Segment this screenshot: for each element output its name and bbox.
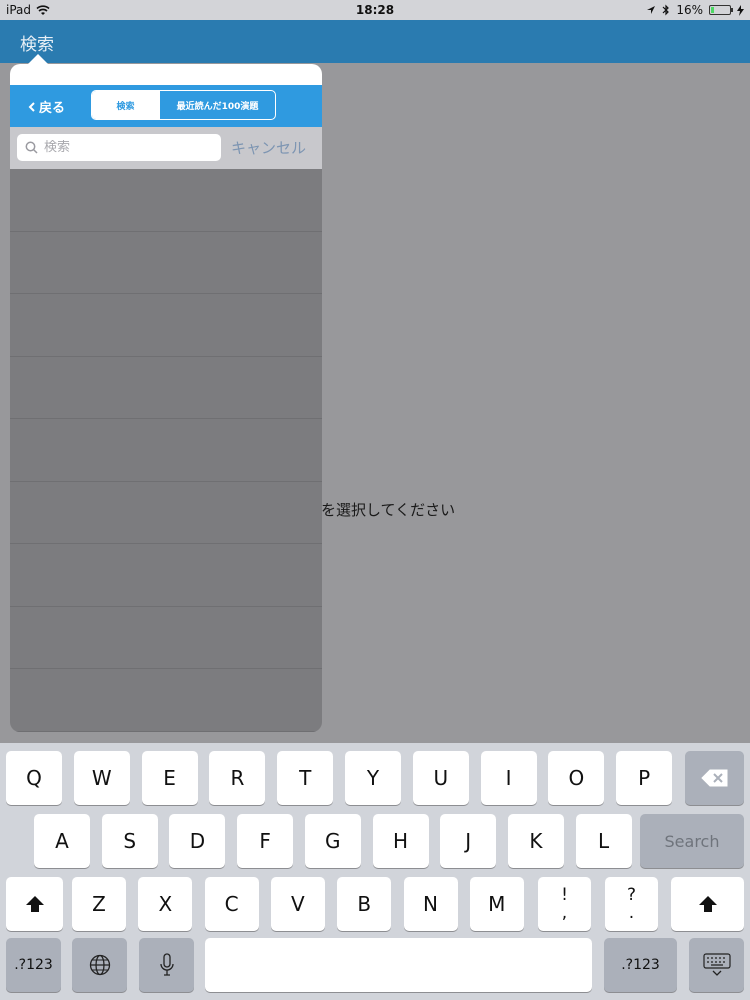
key-u[interactable]: U — [412, 751, 469, 805]
result-row[interactable] — [10, 544, 322, 607]
popover-header: 戻る 検索 最近読んだ100演題 — [10, 85, 322, 127]
key-z[interactable]: Z — [72, 877, 126, 931]
segmented-control: 検索 最近読んだ100演題 — [91, 90, 276, 120]
space-key[interactable] — [205, 938, 592, 992]
key-c[interactable]: C — [204, 877, 259, 931]
shift-icon — [698, 896, 717, 912]
charging-icon — [737, 4, 744, 16]
key-q[interactable]: Q — [6, 751, 62, 805]
punct-bottom: , — [561, 903, 568, 923]
exclamation-comma-key[interactable]: ! , — [538, 877, 591, 931]
keyboard-dismiss-icon — [702, 953, 731, 976]
chevron-left-icon — [28, 101, 35, 112]
key-x[interactable]: X — [138, 877, 193, 931]
location-icon — [647, 6, 656, 14]
key-s[interactable]: S — [101, 814, 158, 868]
punct-top: ! — [561, 885, 568, 905]
punct-bottom: . — [628, 903, 635, 923]
shift-key-left[interactable] — [6, 877, 63, 931]
globe-icon — [89, 954, 110, 976]
back-button[interactable]: 戻る — [28, 97, 65, 116]
select-prompt-text: を選択してください — [321, 501, 456, 519]
key-j[interactable]: J — [440, 814, 497, 868]
search-icon — [25, 141, 38, 154]
search-bar: キャンセル — [10, 127, 322, 169]
search-popover: 戻る 検索 最近読んだ100演題 キャンセル — [10, 64, 322, 732]
key-w[interactable]: W — [73, 751, 130, 805]
shift-icon — [25, 896, 44, 912]
microphone-key[interactable] — [139, 938, 194, 992]
result-row[interactable] — [10, 419, 322, 482]
nav-bar: 検索 — [0, 20, 750, 63]
key-t[interactable]: T — [277, 751, 334, 805]
result-row[interactable] — [10, 294, 322, 357]
back-label: 戻る — [39, 101, 66, 116]
question-period-key[interactable]: ? . — [605, 877, 658, 931]
key-b[interactable]: B — [337, 877, 392, 931]
status-bar: iPad 18:28 16% — [0, 0, 750, 20]
result-list — [10, 169, 322, 732]
globe-key[interactable] — [72, 938, 127, 992]
search-nav-button[interactable]: 検索 — [20, 30, 54, 55]
key-m[interactable]: M — [469, 877, 524, 931]
search-input[interactable] — [44, 140, 214, 155]
key-p[interactable]: P — [616, 751, 673, 805]
key-l[interactable]: L — [575, 814, 632, 868]
cancel-button[interactable]: キャンセル — [231, 137, 306, 158]
battery-percent: 16% — [676, 3, 703, 17]
numbers-key-left[interactable]: .?123 — [6, 938, 61, 992]
keyboard: QWERTYUIOP ASDFGHJKL Search ZXCVBNM ! , … — [0, 743, 750, 1000]
key-k[interactable]: K — [507, 814, 564, 868]
result-row[interactable] — [10, 669, 322, 732]
key-r[interactable]: R — [209, 751, 266, 805]
result-row[interactable] — [10, 482, 322, 544]
result-row[interactable] — [10, 232, 322, 294]
dismiss-keyboard-key[interactable] — [689, 938, 744, 992]
key-i[interactable]: I — [480, 751, 537, 805]
key-d[interactable]: D — [169, 814, 226, 868]
key-a[interactable]: A — [34, 814, 90, 868]
backspace-key[interactable] — [685, 751, 744, 805]
segment-search[interactable]: 検索 — [92, 91, 159, 119]
numbers-key-right[interactable]: .?123 — [604, 938, 677, 992]
key-f[interactable]: F — [237, 814, 294, 868]
result-row[interactable] — [10, 357, 322, 419]
microphone-icon — [159, 953, 174, 976]
result-row[interactable] — [10, 169, 322, 232]
backspace-icon — [700, 769, 727, 787]
result-row[interactable] — [10, 607, 322, 669]
status-time: 18:28 — [355, 3, 395, 17]
punct-top: ? — [626, 885, 637, 905]
shift-key-right[interactable] — [671, 877, 744, 931]
segment-recent[interactable]: 最近読んだ100演題 — [159, 91, 275, 119]
key-n[interactable]: N — [403, 877, 458, 931]
key-o[interactable]: O — [548, 751, 605, 805]
popover-top — [10, 64, 322, 85]
popover-arrow — [28, 54, 48, 64]
battery-icon — [709, 5, 733, 15]
key-y[interactable]: Y — [345, 751, 401, 805]
key-e[interactable]: E — [141, 751, 198, 805]
key-v[interactable]: V — [270, 877, 325, 931]
key-h[interactable]: H — [372, 814, 429, 868]
bluetooth-icon — [662, 4, 670, 16]
battery-level — [711, 7, 715, 13]
search-key[interactable]: Search — [640, 814, 744, 868]
key-g[interactable]: G — [304, 814, 361, 868]
search-field[interactable] — [17, 134, 221, 161]
